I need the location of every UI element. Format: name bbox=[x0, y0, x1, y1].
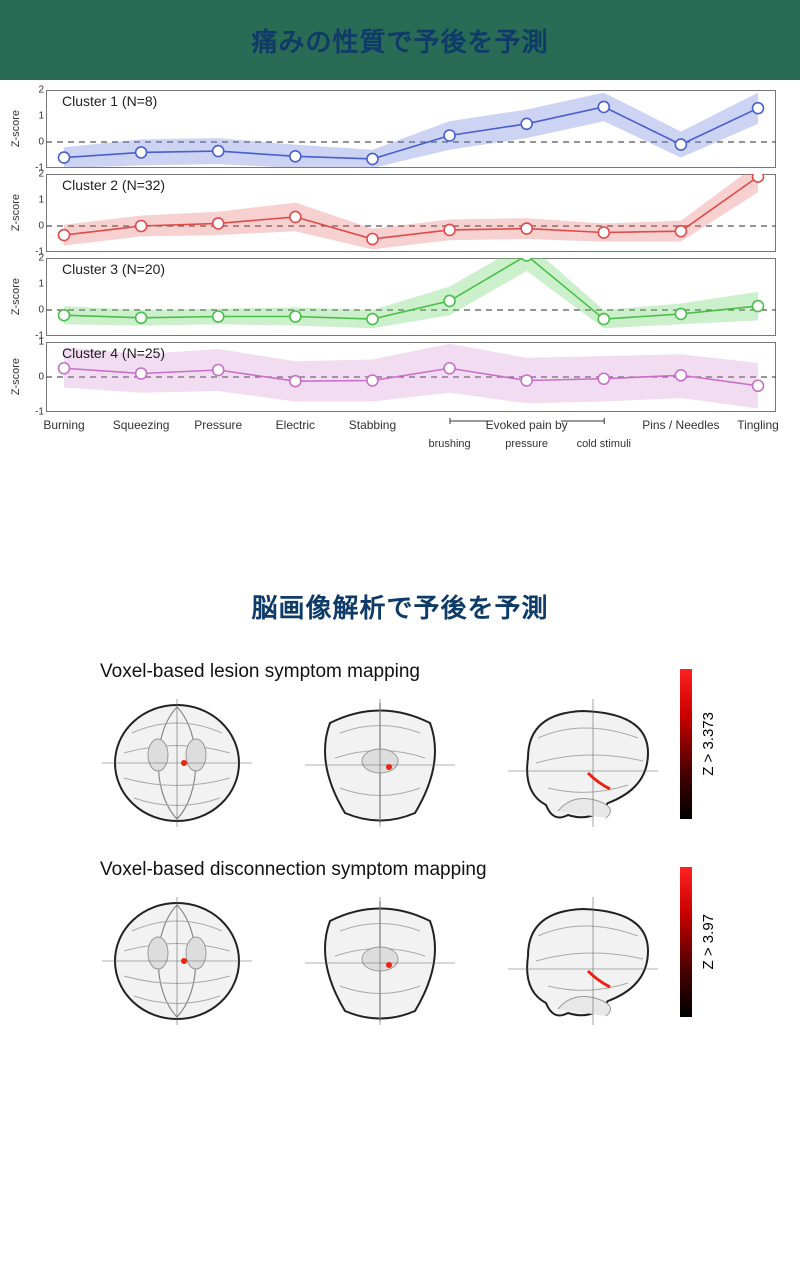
cluster-svg-4: Cluster 4 (N=25) bbox=[46, 342, 776, 412]
xlabel-stabbing: Stabbing bbox=[349, 418, 396, 432]
section1-banner: 痛みの性質で予後を予測 bbox=[0, 0, 800, 80]
evoked-pain-label: Evoked pain by bbox=[486, 418, 568, 432]
y-ticks: -101 bbox=[26, 342, 46, 412]
cluster-svg-2: Cluster 2 (N=32) bbox=[46, 174, 776, 252]
brain-row-2: Voxel-based disconnection symptom mappin… bbox=[80, 853, 720, 1031]
brain-axial-icon bbox=[92, 891, 262, 1031]
y-axis-label: Z-score bbox=[10, 358, 26, 395]
y-axis-label: Z-score bbox=[10, 278, 26, 315]
y-ticks: -1012 bbox=[26, 90, 46, 168]
x-axis-labels: Burning Squeezing Pressure Electric Stabbing… bbox=[46, 418, 776, 478]
y-ticks: -1012 bbox=[26, 258, 46, 336]
brain-figure-block: Voxel-based lesion symptom mapping Z > 3… bbox=[80, 655, 720, 1031]
colorbar-label-1: Z > 3.373 bbox=[700, 712, 717, 776]
cluster-label-2: Cluster 2 (N=32) bbox=[62, 177, 165, 193]
section1-title: 痛みの性質で予後を予測 bbox=[251, 22, 548, 59]
cluster-svg-3: Cluster 3 (N=20) bbox=[46, 258, 776, 336]
section2-title: 脳画像解析で予後を予測 bbox=[0, 568, 800, 655]
cluster-panel-3: Z-score -1012 Cluster 3 (N=20) bbox=[10, 258, 780, 336]
xlabel-electric: Electric bbox=[276, 418, 315, 432]
xlabel-burning: Burning bbox=[43, 418, 84, 432]
brain-axial-icon bbox=[92, 693, 262, 833]
cluster-label-1: Cluster 1 (N=8) bbox=[62, 93, 157, 109]
colorbar-gradient-icon bbox=[680, 867, 692, 1017]
xlabel-sub-cold-stimuli: cold stimuli bbox=[577, 438, 631, 450]
y-axis-label: Z-score bbox=[10, 194, 26, 231]
cluster-svg-1: Cluster 1 (N=8) bbox=[46, 90, 776, 168]
clusters-chart-block: Z-score -1012 Cluster 1 (N=8) Z-score -1… bbox=[0, 80, 800, 488]
cluster-label-3: Cluster 3 (N=20) bbox=[62, 261, 165, 277]
cluster-panel-2: Z-score -1012 Cluster 2 (N=32) bbox=[10, 174, 780, 252]
colorbar-label-2: Z > 3.97 bbox=[700, 914, 717, 969]
xlabel-tingling: Tingling bbox=[737, 418, 779, 432]
brain-row-title-2: Voxel-based disconnection symptom mappin… bbox=[100, 859, 680, 881]
brain-row-title-1: Voxel-based lesion symptom mapping bbox=[100, 661, 680, 683]
cluster-panel-4: Z-score -101 Cluster 4 (N=25) bbox=[10, 342, 780, 412]
brain-coronal-icon bbox=[295, 693, 465, 833]
xlabel-sub-pressure: pressure bbox=[505, 438, 548, 450]
xlabel-squeezing: Squeezing bbox=[113, 418, 170, 432]
brain-row-1: Voxel-based lesion symptom mapping Z > 3… bbox=[80, 655, 720, 833]
colorbar-1: Z > 3.373 bbox=[680, 669, 720, 819]
xlabel-pins-needles: Pins / Needles bbox=[642, 418, 719, 432]
brain-sagittal-icon bbox=[498, 891, 668, 1031]
cluster-panel-1: Z-score -1012 Cluster 1 (N=8) bbox=[10, 90, 780, 168]
section-spacer bbox=[0, 488, 800, 568]
brain-coronal-icon bbox=[295, 891, 465, 1031]
y-axis-label: Z-score bbox=[10, 110, 26, 147]
brain-images-2 bbox=[80, 891, 680, 1031]
y-ticks: -1012 bbox=[26, 174, 46, 252]
brain-sagittal-icon bbox=[498, 693, 668, 833]
brain-images-1 bbox=[80, 693, 680, 833]
cluster-label-4: Cluster 4 (N=25) bbox=[62, 345, 165, 361]
xlabel-sub-brushing: brushing bbox=[428, 438, 470, 450]
xlabel-pressure: Pressure bbox=[194, 418, 242, 432]
colorbar-2: Z > 3.97 bbox=[680, 867, 720, 1017]
colorbar-gradient-icon bbox=[680, 669, 692, 819]
